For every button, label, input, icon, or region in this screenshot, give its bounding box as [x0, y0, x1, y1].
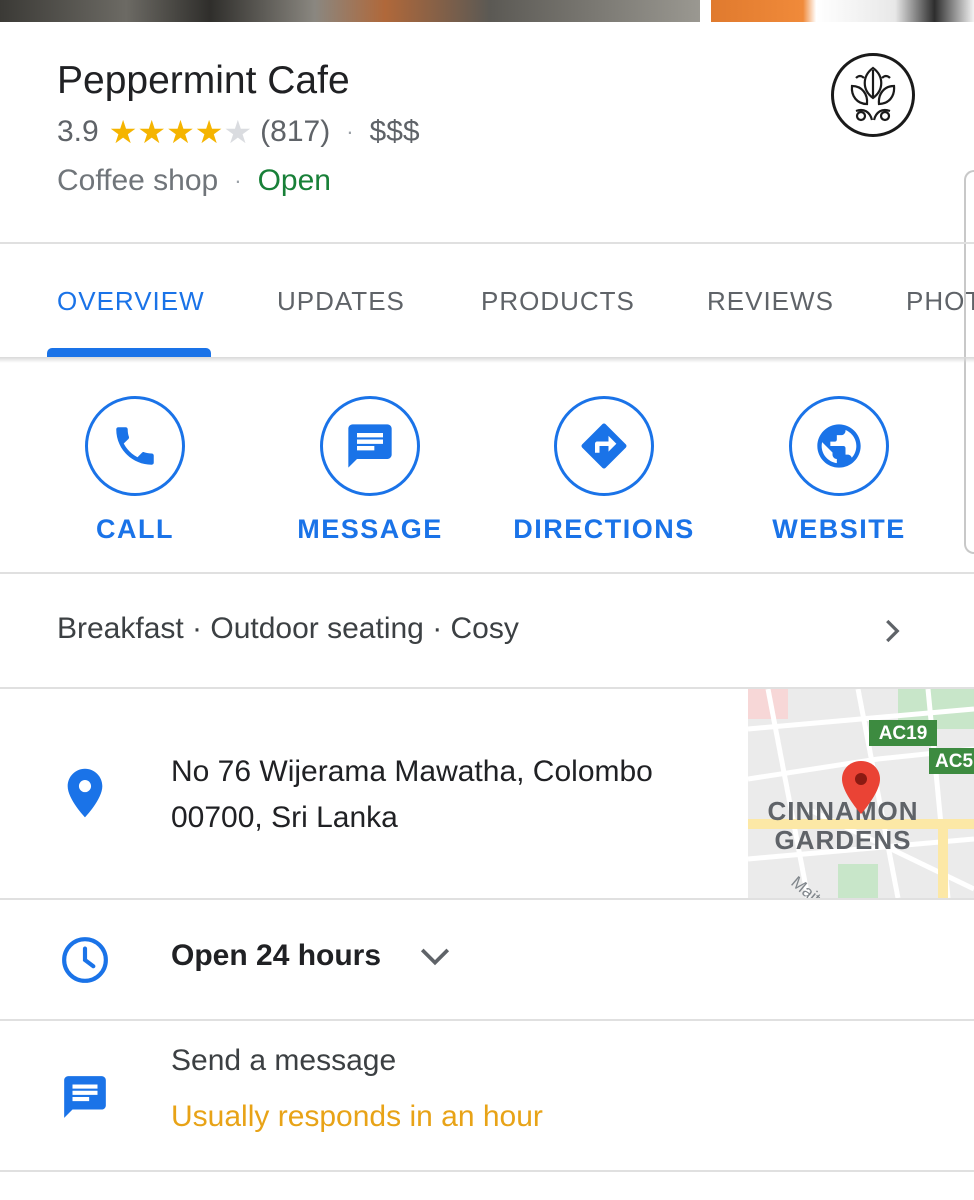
place-photo[interactable] — [0, 0, 700, 22]
leaf-logo-icon — [836, 58, 910, 132]
place-header: Peppermint Cafe 3.9 ★ ★ ★ ★ ★ (817) · $$… — [0, 22, 974, 242]
map-area-label-2: GARDENS — [774, 825, 911, 855]
map-image: AC19 AC5 CINNAMON GARDENS Mait — [748, 689, 974, 898]
message-label: MESSAGE — [297, 514, 443, 544]
call-button[interactable]: CALL — [25, 396, 245, 545]
divider — [0, 1170, 974, 1172]
star-icon: ★ — [108, 114, 138, 150]
globe-icon — [817, 424, 861, 468]
call-button-circle[interactable] — [85, 396, 185, 496]
tab-bar: OVERVIEW UPDATES PRODUCTS REVIEWS PHOTOS — [0, 243, 974, 357]
address-line-1: No 76 Wijerama Mawatha, Colombo — [171, 755, 653, 788]
action-buttons: CALL MESSAGE DIRECTIONS WEBSITE — [0, 363, 974, 573]
tab-products[interactable]: PRODUCTS — [481, 286, 635, 317]
star-icon: ★ — [194, 114, 224, 150]
map-area-label-1: CINNAMON — [768, 796, 919, 826]
active-tab-indicator — [47, 348, 211, 357]
rating-value: 3.9 — [57, 115, 99, 148]
star-empty-icon: ★ — [223, 114, 253, 150]
open-status: Open — [257, 164, 331, 197]
chevron-down-icon[interactable] — [418, 944, 452, 970]
chevron-right-icon — [886, 619, 900, 643]
separator-dot: · — [346, 119, 354, 144]
website-label: WEBSITE — [772, 514, 906, 544]
directions-label: DIRECTIONS — [513, 514, 695, 544]
directions-icon — [581, 423, 627, 469]
phone-icon — [116, 427, 154, 465]
clock-icon — [62, 937, 108, 983]
address-row[interactable]: No 76 Wijerama Mawatha, Colombo 00700, S… — [0, 689, 974, 898]
price-level: $$$ — [369, 115, 420, 148]
photo-strip[interactable] — [0, 0, 974, 22]
road-badge-2: AC5 — [935, 751, 973, 772]
map-thumbnail[interactable]: AC19 AC5 CINNAMON GARDENS Mait — [748, 689, 974, 898]
type-row: Coffee shop · Open — [57, 164, 331, 198]
place-photo[interactable] — [711, 0, 974, 22]
message-button-circle[interactable] — [320, 396, 420, 496]
call-label: CALL — [96, 514, 174, 544]
response-time: Usually responds in an hour — [171, 1100, 543, 1133]
send-message-title: Send a message — [171, 1044, 397, 1077]
tab-photos[interactable]: PHOTOS — [906, 286, 974, 317]
place-name: Peppermint Cafe — [57, 59, 350, 102]
rating-row[interactable]: 3.9 ★ ★ ★ ★ ★ (817) · $$$ — [57, 115, 420, 149]
message-icon — [348, 424, 392, 468]
separator-dot: · — [234, 168, 242, 193]
place-category: Coffee shop — [57, 164, 219, 197]
star-icon: ★ — [166, 114, 195, 150]
send-message-row[interactable]: Send a message Usually responds in an ho… — [0, 1020, 974, 1170]
directions-button-circle[interactable] — [554, 396, 654, 496]
tab-reviews[interactable]: REVIEWS — [707, 286, 834, 317]
directions-button[interactable]: DIRECTIONS — [494, 396, 714, 545]
tab-updates[interactable]: UPDATES — [277, 286, 405, 317]
tab-overview[interactable]: OVERVIEW — [57, 286, 205, 317]
website-button-circle[interactable] — [789, 396, 889, 496]
star-icon: ★ — [137, 114, 167, 150]
address-line-2: 00700, Sri Lanka — [171, 801, 398, 834]
location-pin-icon — [67, 768, 103, 818]
place-logo — [831, 53, 915, 137]
attributes-text: Breakfast · Outdoor seating · Cosy — [57, 612, 519, 645]
road-badge-1: AC19 — [879, 723, 928, 744]
address-text: No 76 Wijerama Mawatha, Colombo 00700, S… — [171, 749, 731, 841]
attributes-row[interactable]: Breakfast · Outdoor seating · Cosy — [0, 574, 974, 688]
star-rating: ★ ★ ★ ★ ★ — [109, 116, 252, 148]
hours-text: Open 24 hours — [171, 939, 382, 972]
review-count[interactable]: (817) — [260, 115, 330, 149]
message-button[interactable]: MESSAGE — [260, 396, 480, 545]
chat-icon — [64, 1076, 106, 1118]
website-button[interactable]: WEBSITE — [729, 396, 949, 545]
hours-row[interactable]: Open 24 hours — [0, 899, 974, 1019]
